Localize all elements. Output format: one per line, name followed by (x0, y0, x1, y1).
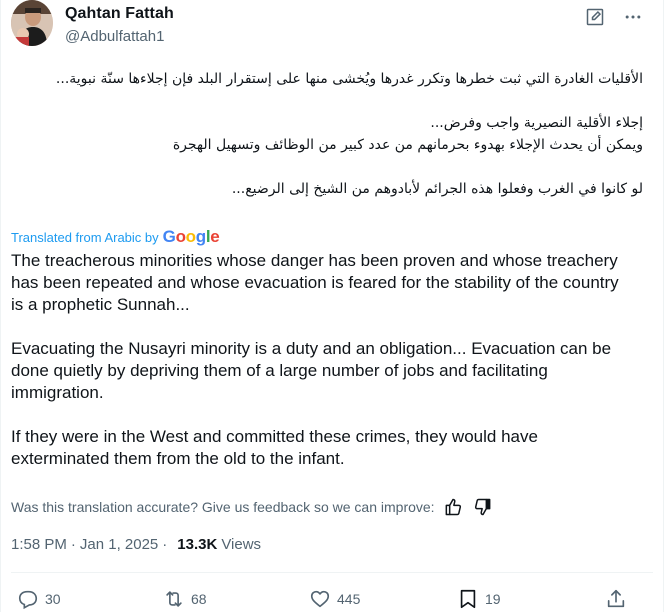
google-logo: Google (162, 227, 220, 246)
thumbs-down-icon[interactable] (473, 497, 493, 517)
share-button[interactable] (605, 588, 627, 610)
reply-count: 30 (45, 591, 61, 607)
tweet-top-controls (585, 7, 643, 27)
original-line: إجلاء الأقلية النصيرية واجب وفرض... (430, 115, 643, 131)
repost-count: 68 (191, 591, 207, 607)
reply-icon (18, 590, 38, 610)
action-bar: 30 68 445 19 (17, 588, 647, 612)
divider (11, 572, 653, 573)
like-count: 445 (337, 591, 361, 607)
repost-icon (166, 591, 182, 607)
avatar-photo (11, 0, 53, 46)
tweet-meta: 1:58 PM · Jan 1, 2025 · 13.3K Views (11, 536, 261, 553)
thumbs-up-icon[interactable] (443, 497, 463, 517)
edit-icon[interactable] (585, 7, 605, 27)
tweet-date[interactable]: Jan 1, 2025 (80, 536, 158, 553)
author-handle[interactable]: @Adbulfattah1 (65, 27, 164, 47)
original-line: الأقليات الغادرة التي ثبت خطرها وتكرر غد… (55, 71, 643, 87)
like-button[interactable]: 445 (309, 588, 360, 610)
more-icon[interactable] (623, 7, 643, 27)
views-count: 13.3K (177, 536, 218, 553)
repost-button[interactable]: 68 (163, 588, 207, 610)
avatar[interactable] (11, 0, 53, 46)
original-tweet-text: الأقليات الغادرة التي ثبت خطرها وتكرر غد… (11, 68, 643, 200)
translated-from-label: Translated from Arabic by Google (11, 227, 220, 247)
translation-feedback: Was this translation accurate? Give us f… (11, 497, 493, 517)
meta-separator: · (70, 536, 76, 553)
heart-icon (310, 590, 330, 608)
tweet: Qahtan Fattah @Adbulfattah1 الأقليات الغ… (0, 0, 664, 612)
translated-label: Translated from Arabic by (11, 229, 159, 245)
tweet-time[interactable]: 1:58 PM (11, 536, 67, 553)
original-line: لو كانوا في الغرب وفعلوا هذه الجرائم لأب… (231, 181, 643, 197)
reply-button[interactable]: 30 (17, 588, 61, 610)
bookmark-icon (460, 589, 476, 609)
translated-paragraph: Evacuating the Nusayri minority is a dut… (11, 339, 612, 402)
bookmark-count: 19 (485, 591, 501, 607)
bookmark-button[interactable]: 19 (457, 588, 501, 610)
original-line: ويمكن أن يحدث الإجلاء بهدوء بحرمانهم من … (172, 137, 643, 153)
views-label: Views (221, 536, 262, 553)
feedback-prompt: Was this translation accurate? Give us f… (11, 499, 435, 515)
translated-paragraph: The treacherous minorities whose danger … (11, 251, 619, 314)
author-display-name[interactable]: Qahtan Fattah (65, 6, 174, 24)
translated-text: The treacherous minorities whose danger … (11, 250, 631, 470)
share-icon (607, 589, 625, 608)
translated-paragraph: If they were in the West and committed t… (11, 427, 538, 468)
meta-separator: · (162, 536, 168, 553)
